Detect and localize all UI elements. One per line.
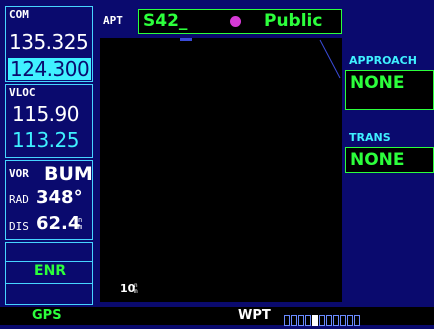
page-segment [340, 315, 346, 326]
mode-divider-top [6, 261, 92, 262]
vor-ident: BUM [44, 163, 93, 185]
vloc-standby-frequency[interactable]: 113.25 [12, 129, 79, 151]
map-range-unit: nm [134, 282, 138, 295]
trans-label: TRANS [349, 131, 391, 144]
page-segment [312, 315, 318, 326]
mode-divider-bottom [6, 283, 92, 284]
map-area[interactable]: 10 nm [100, 38, 342, 302]
page-segment [305, 315, 311, 326]
com-standby-frequency-box[interactable]: 124.300 [8, 58, 91, 80]
page-segment [347, 315, 353, 326]
com-panel: COM 135.325 124.300 [5, 6, 93, 82]
vloc-active-frequency[interactable]: 115.90 [12, 103, 79, 125]
airport-symbol-icon [230, 16, 241, 27]
page-segment [326, 315, 332, 326]
mode-panel: ENR [5, 242, 93, 305]
com-label: COM [9, 8, 29, 21]
vloc-panel: VLOC 115.90 113.25 [5, 84, 93, 158]
approach-label: APPROACH [349, 54, 417, 67]
status-bar: GPS WPT [0, 307, 434, 326]
page-segment [284, 315, 290, 326]
radial-value: 348° [36, 187, 83, 208]
vloc-label: VLOC [9, 86, 36, 99]
waypoint-ident[interactable]: S42_ [143, 11, 187, 31]
apt-label: APT [103, 14, 123, 27]
waypoint-header-box: S42_ Public [138, 9, 342, 34]
runway-line [180, 38, 341, 79]
airport-type: Public [264, 11, 323, 31]
page-segment [319, 315, 325, 326]
radial-label: RAD [9, 193, 29, 206]
page-segment [291, 315, 297, 326]
distance-value: 62.4 [36, 213, 81, 234]
vor-label: VOR [9, 167, 29, 180]
distance-label: DIS [9, 220, 29, 233]
page-group-label: WPT [238, 308, 271, 323]
distance-unit: nm [78, 216, 83, 231]
mode-label: ENR [34, 263, 67, 279]
page-indicator [284, 310, 361, 329]
vor-panel: VOR BUM RAD 348° DIS 62.4 nm [5, 160, 93, 240]
page-segment [298, 315, 304, 326]
com-active-frequency[interactable]: 135.325 [9, 31, 89, 53]
page-segment [354, 315, 360, 326]
com-standby-frequency: 124.300 [10, 57, 90, 81]
page-segment [333, 315, 339, 326]
approach-field[interactable]: NONE [345, 70, 434, 110]
trans-field[interactable]: NONE [345, 147, 434, 173]
gps-label: GPS [32, 308, 62, 323]
